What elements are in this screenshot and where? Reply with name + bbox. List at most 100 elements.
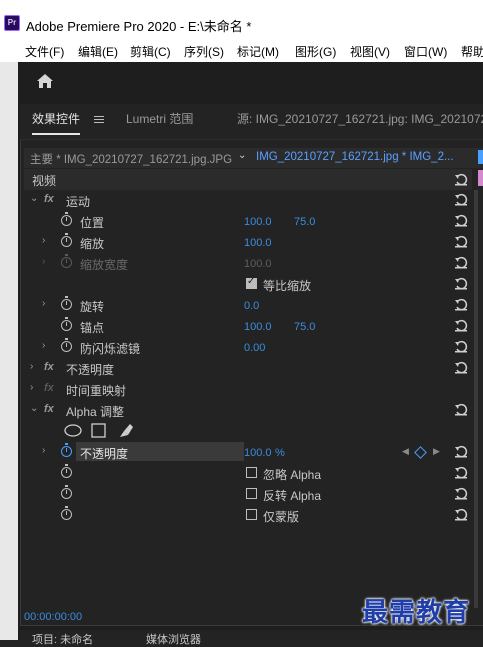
menu-view[interactable]: 视图(V)	[350, 43, 390, 60]
reset-icon[interactable]	[454, 256, 468, 269]
stopwatch-icon[interactable]	[61, 443, 72, 457]
property-row-position: 位置 100.0 75.0	[24, 211, 472, 232]
menu-sequence[interactable]: 序列(S)	[184, 43, 224, 60]
scale-label: 缩放	[80, 237, 105, 251]
scale-width-value: 100.0	[244, 258, 272, 270]
prev-keyframe-icon[interactable]: ◀	[402, 446, 409, 457]
chevron-right-icon[interactable]: ›	[42, 235, 45, 246]
video-section-header: 视频	[24, 169, 472, 190]
menu-help[interactable]: 帮助	[461, 43, 483, 60]
stopwatch-icon[interactable]	[61, 296, 72, 310]
invert-alpha-checkbox[interactable]	[246, 488, 257, 499]
tab-lumetri-scopes[interactable]: Lumetri 范围	[126, 110, 193, 127]
uniform-scale-checkbox[interactable]	[246, 276, 257, 289]
chevron-down-icon[interactable]: ⌄	[30, 403, 38, 414]
reset-icon[interactable]	[454, 466, 468, 479]
reset-icon[interactable]	[454, 340, 468, 353]
tab-media-browser[interactable]: 媒体浏览器	[146, 631, 201, 647]
ellipse-mask-icon[interactable]	[64, 424, 82, 437]
pen-mask-icon[interactable]	[118, 422, 134, 439]
reset-icon[interactable]	[454, 298, 468, 311]
stopwatch-icon[interactable]	[61, 233, 72, 247]
reset-icon[interactable]	[454, 214, 468, 227]
property-row-rotation: › 旋转 0.0	[24, 295, 472, 316]
tab-effect-controls-label: 效果控件	[32, 112, 81, 126]
fx-icon: fx	[44, 382, 54, 394]
panel-menu-icon[interactable]	[94, 114, 104, 125]
ignore-alpha-checkbox[interactable]	[246, 467, 257, 478]
stopwatch-icon[interactable]	[61, 485, 72, 499]
rotation-value[interactable]: 0.0	[244, 300, 259, 312]
tab-project[interactable]: 项目: 未命名	[32, 631, 93, 647]
effect-row-opacity: › fx 不透明度	[24, 358, 472, 379]
stopwatch-icon[interactable]	[61, 506, 72, 520]
anti-flicker-label: 防闪烁滤镜	[80, 342, 141, 356]
reset-icon[interactable]	[454, 445, 468, 458]
menu-graphics[interactable]: 图形(G)	[295, 43, 336, 60]
current-timecode[interactable]: 00:00:00:00	[24, 611, 82, 623]
clip-selector-bar: 主要 * IMG_20210727_162721.jpg.JPG ⌄ IMG_2…	[24, 148, 483, 168]
next-keyframe-icon[interactable]: ▶	[433, 446, 440, 457]
left-gutter	[0, 62, 18, 640]
master-clip-label[interactable]: 主要 * IMG_20210727_162721.jpg.JPG	[30, 151, 232, 167]
home-icon[interactable]	[36, 72, 54, 90]
reset-icon[interactable]	[454, 487, 468, 500]
alpha-opacity-unit: %	[275, 447, 285, 459]
anchor-x-value[interactable]: 100.0	[244, 321, 272, 333]
alpha-adjust-label: Alpha 调整	[66, 405, 125, 419]
menu-edit[interactable]: 编辑(E)	[78, 43, 118, 60]
stopwatch-icon[interactable]	[61, 317, 72, 331]
position-y-value[interactable]: 75.0	[294, 216, 315, 228]
fx-icon[interactable]: fx	[44, 193, 54, 205]
chevron-right-icon[interactable]: ›	[42, 445, 45, 456]
reset-icon[interactable]	[454, 508, 468, 521]
chevron-right-icon[interactable]: ›	[42, 298, 45, 309]
tab-effect-controls[interactable]: 效果控件	[32, 110, 81, 135]
fx-icon[interactable]: fx	[44, 361, 54, 373]
sequence-clip-label[interactable]: IMG_20210727_162721.jpg * IMG_2...	[256, 151, 468, 163]
stopwatch-icon[interactable]	[61, 464, 72, 478]
video-header-label: 视频	[32, 174, 57, 188]
position-x-value[interactable]: 100.0	[244, 216, 272, 228]
reset-icon[interactable]	[454, 319, 468, 332]
reset-icon[interactable]	[454, 277, 468, 290]
time-remap-label: 时间重映射	[66, 384, 127, 398]
chevron-right-icon[interactable]: ›	[42, 340, 45, 351]
property-row-anchor: 锚点 100.0 75.0	[24, 316, 472, 337]
mask-only-checkbox[interactable]	[246, 509, 257, 520]
anchor-y-value[interactable]: 75.0	[294, 321, 315, 333]
reset-icon[interactable]	[454, 235, 468, 248]
effect-row-motion: ⌄ fx 运动	[24, 190, 472, 211]
ignore-alpha-label: 忽略 Alpha	[263, 468, 322, 482]
menu-clip[interactable]: 剪辑(C)	[130, 43, 171, 60]
property-row-ignore-alpha: 忽略 Alpha	[24, 463, 472, 484]
reset-icon[interactable]	[454, 361, 468, 374]
chevron-down-icon[interactable]: ⌄	[30, 193, 38, 204]
reset-icon[interactable]	[454, 403, 468, 416]
reset-icon[interactable]	[454, 173, 468, 186]
menu-file[interactable]: 文件(F)	[25, 43, 64, 60]
property-row-invert-alpha: 反转 Alpha	[24, 484, 472, 505]
rectangle-mask-icon[interactable]	[91, 423, 106, 438]
alpha-opacity-value[interactable]: 100.0	[244, 447, 272, 459]
fx-icon[interactable]: fx	[44, 403, 54, 415]
chevron-down-icon[interactable]: ⌄	[238, 150, 246, 161]
menu-window[interactable]: 窗口(W)	[404, 43, 447, 60]
add-keyframe-icon[interactable]	[414, 446, 427, 459]
title-bar: Pr Adobe Premiere Pro 2020 - E:\未命名 *	[0, 0, 483, 40]
tab-source[interactable]: 源: IMG_20210727_162721.jpg: IMG_20210727…	[237, 110, 483, 127]
anti-flicker-value[interactable]: 0.00	[244, 342, 265, 354]
menu-marker[interactable]: 标记(M)	[237, 43, 279, 60]
panel-scrollbar[interactable]	[474, 190, 478, 608]
reset-icon[interactable]	[454, 193, 468, 206]
stopwatch-icon[interactable]	[61, 212, 72, 226]
scale-value[interactable]: 100.0	[244, 237, 272, 249]
stopwatch-icon[interactable]	[61, 338, 72, 352]
scale-width-label: 缩放宽度	[80, 258, 129, 272]
window-title: Adobe Premiere Pro 2020 - E:\未命名 *	[26, 19, 252, 34]
property-row-scale: › 缩放 100.0	[24, 232, 472, 253]
chevron-right-icon[interactable]: ›	[30, 361, 33, 372]
chevron-right-icon[interactable]: ›	[30, 382, 33, 393]
invert-alpha-label: 反转 Alpha	[263, 489, 322, 503]
menu-bar: 文件(F) 编辑(E) 剪辑(C) 序列(S) 标记(M) 图形(G) 视图(V…	[0, 40, 483, 62]
